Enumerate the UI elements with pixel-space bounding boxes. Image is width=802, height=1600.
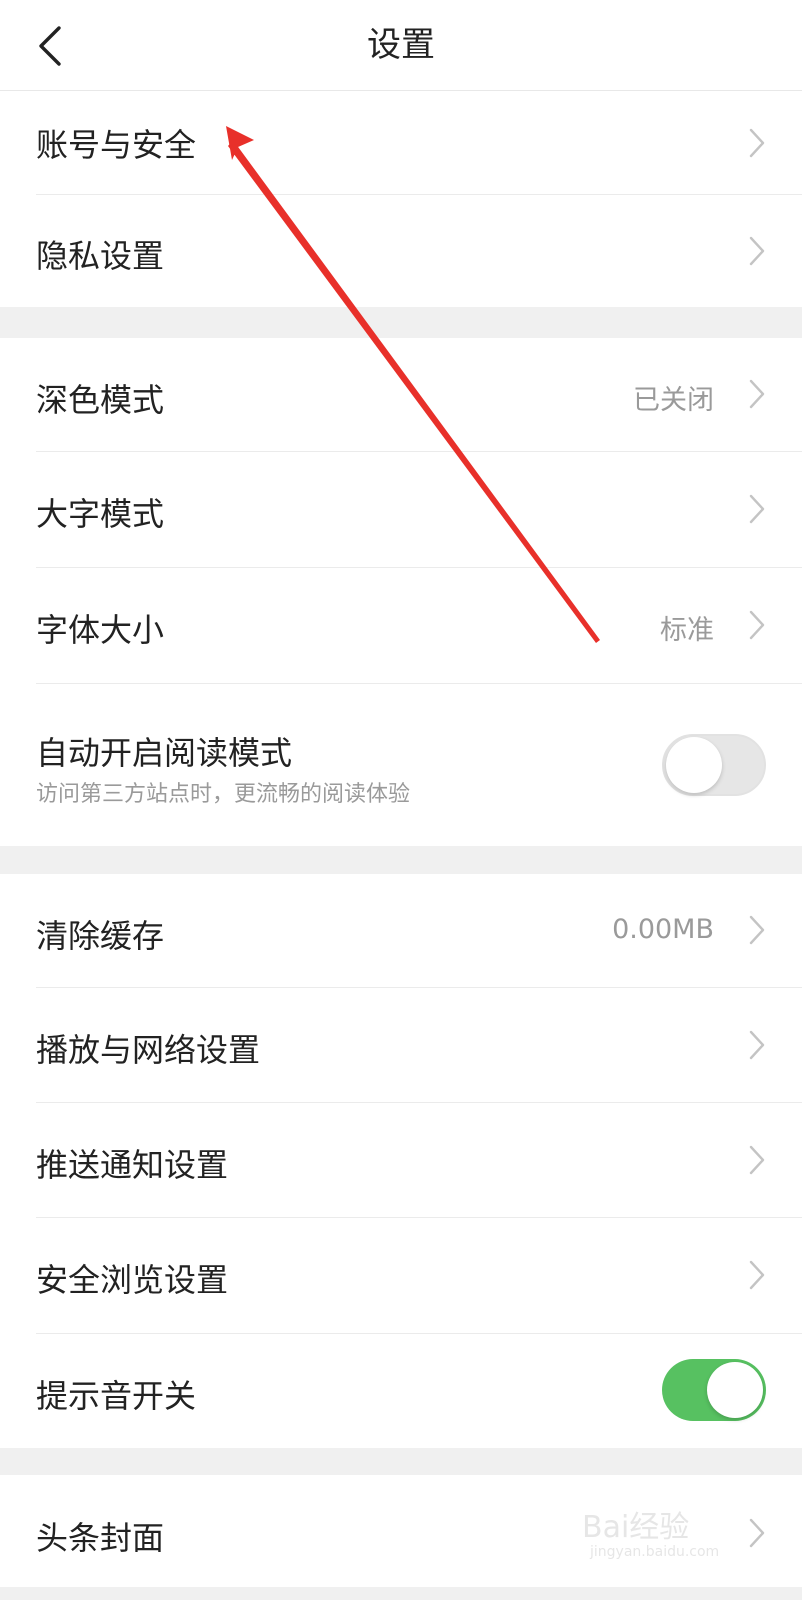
row-label: 推送通知设置 <box>36 1146 229 1184</box>
section-gap <box>0 1448 802 1475</box>
section-gap <box>0 307 802 338</box>
row-label: 大字模式 <box>36 495 165 533</box>
chevron-left-icon <box>39 26 61 66</box>
row-sublabel: 访问第三方站点时，更流畅的阅读体验 <box>36 782 411 807</box>
chevron-right-icon <box>749 915 765 945</box>
row-push-notify[interactable]: 推送通知设置 <box>0 1103 802 1217</box>
watermark-text: Bai经验 <box>582 1510 690 1545</box>
row-label: 安全浏览设置 <box>36 1261 229 1299</box>
row-clear-cache[interactable]: 清除缓存 0.00MB <box>0 874 802 987</box>
sound-toggle[interactable] <box>662 1359 766 1421</box>
chevron-right-icon <box>749 1145 765 1175</box>
row-label: 自动开启阅读模式 <box>36 734 293 772</box>
chevron-right-icon <box>749 610 765 640</box>
nav-header: 设置 <box>0 0 802 91</box>
row-playback-network[interactable]: 播放与网络设置 <box>0 988 802 1102</box>
row-auto-reader: 自动开启阅读模式 访问第三方站点时，更流畅的阅读体验 <box>0 684 802 846</box>
row-privacy[interactable]: 隐私设置 <box>0 195 802 307</box>
row-large-text[interactable]: 大字模式 <box>0 452 802 567</box>
chevron-right-icon <box>749 236 765 266</box>
row-label: 隐私设置 <box>36 237 165 275</box>
section-gap <box>0 1587 802 1600</box>
baidu-jingyan-watermark: Bai经验 jingyan.baidu.com <box>582 1492 762 1572</box>
chevron-right-icon <box>749 494 765 524</box>
row-label: 头条封面 <box>36 1519 165 1557</box>
toggle-knob <box>666 737 722 793</box>
chevron-right-icon <box>749 1030 765 1060</box>
row-dark-mode[interactable]: 深色模式 已关闭 <box>0 338 802 451</box>
chevron-right-icon <box>749 128 765 158</box>
row-value: 已关闭 <box>633 385 714 416</box>
row-label: 深色模式 <box>36 381 165 419</box>
settings-page: 设置 账号与安全 隐私设置 深色模式 已关闭 大字模式 字体大小 标准 自动开启… <box>0 0 802 1600</box>
row-label: 提示音开关 <box>36 1377 197 1415</box>
row-label: 播放与网络设置 <box>36 1031 261 1069</box>
toggle-knob <box>707 1362 763 1418</box>
chevron-right-icon <box>749 1260 765 1290</box>
back-button[interactable] <box>20 18 80 74</box>
row-label: 账号与安全 <box>36 126 197 164</box>
page-title: 设置 <box>367 25 435 65</box>
auto-reader-toggle[interactable] <box>662 734 766 796</box>
row-sound-toggle: 提示音开关 <box>0 1334 802 1448</box>
watermark-url: jingyan.baidu.com <box>590 1544 720 1560</box>
section-gap <box>0 846 802 874</box>
row-value: 标准 <box>660 615 714 646</box>
row-label: 清除缓存 <box>36 917 165 955</box>
row-font-size[interactable]: 字体大小 标准 <box>0 568 802 683</box>
chevron-right-icon <box>749 379 765 409</box>
row-account-security[interactable]: 账号与安全 <box>0 91 802 194</box>
row-safe-browse[interactable]: 安全浏览设置 <box>0 1218 802 1333</box>
row-label: 字体大小 <box>36 611 165 649</box>
row-value: 0.00MB <box>612 914 714 945</box>
